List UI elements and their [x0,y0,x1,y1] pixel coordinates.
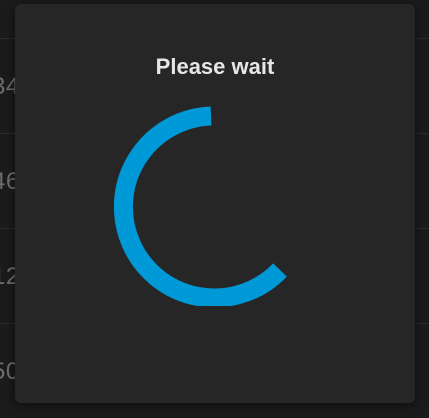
dialog-title: Please wait [155,54,275,79]
loading-dialog: Please wait [15,4,415,403]
loading-spinner-icon [114,106,287,306]
